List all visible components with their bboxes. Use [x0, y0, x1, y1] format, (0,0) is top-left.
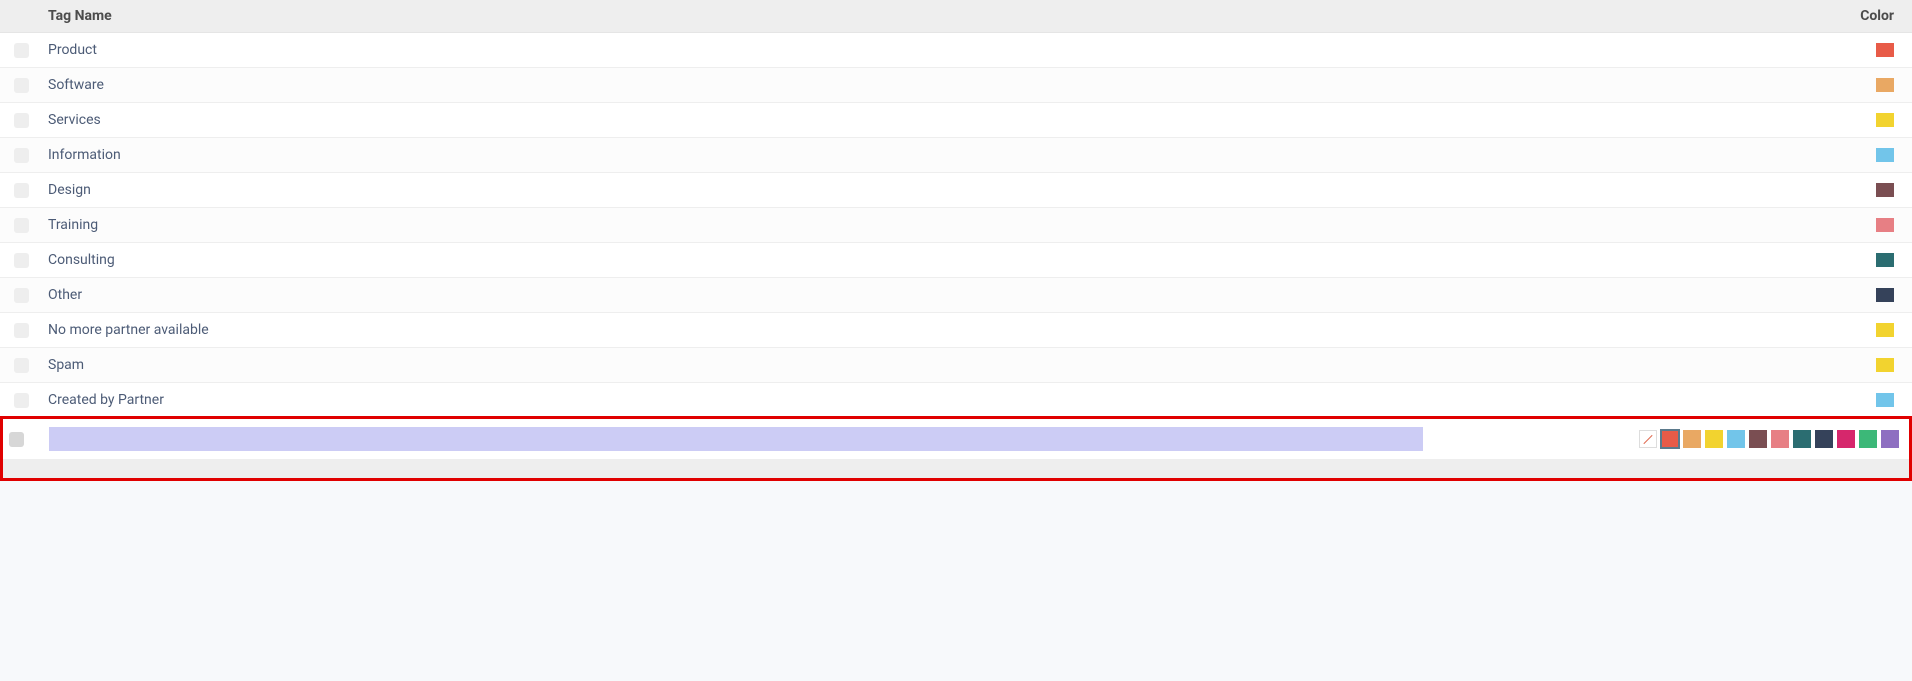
checkbox-icon[interactable] [14, 9, 29, 24]
palette-swatch[interactable] [1881, 430, 1899, 448]
tag-name-cell[interactable]: No more partner available [40, 313, 1432, 348]
table-row[interactable]: Design [0, 173, 1912, 208]
row-checkbox[interactable] [14, 183, 29, 198]
table-row[interactable]: Product [0, 33, 1912, 68]
table-row[interactable]: No more partner available [0, 313, 1912, 348]
new-tag-row [3, 419, 1909, 460]
header-row: Tag Name Color [0, 0, 1912, 33]
palette-swatch[interactable] [1793, 430, 1811, 448]
table-row[interactable]: Training [0, 208, 1912, 243]
tag-name-cell[interactable]: Created by Partner [40, 383, 1432, 418]
tags-table-wrapper: Tag Name Color ProductSoftwareServicesIn… [0, 0, 1912, 481]
row-checkbox[interactable] [14, 358, 29, 373]
header-tag-name[interactable]: Tag Name [40, 0, 1432, 33]
palette-swatch[interactable] [1859, 430, 1877, 448]
tag-name-cell[interactable]: Product [40, 33, 1432, 68]
tag-color-cell[interactable] [1432, 348, 1912, 383]
row-checkbox[interactable] [14, 323, 29, 338]
row-checkbox[interactable] [14, 113, 29, 128]
table-row[interactable]: Software [0, 68, 1912, 103]
row-checkbox[interactable] [14, 78, 29, 93]
row-checkbox[interactable] [14, 393, 29, 408]
new-row-highlight [0, 416, 1912, 481]
tag-color-cell[interactable] [1432, 173, 1912, 208]
new-row-checkbox[interactable] [9, 432, 24, 447]
palette-swatch[interactable] [1837, 430, 1855, 448]
color-picker [1435, 430, 1899, 448]
color-swatch[interactable] [1876, 113, 1894, 127]
color-swatch[interactable] [1876, 218, 1894, 232]
palette-swatch[interactable] [1727, 430, 1745, 448]
blank-area [0, 481, 1912, 681]
table-row[interactable]: Other [0, 278, 1912, 313]
tag-color-cell[interactable] [1432, 243, 1912, 278]
row-checkbox[interactable] [14, 43, 29, 58]
color-swatch[interactable] [1876, 288, 1894, 302]
color-swatch[interactable] [1876, 358, 1894, 372]
tag-name-cell[interactable]: Software [40, 68, 1432, 103]
header-color[interactable]: Color [1432, 0, 1912, 33]
tag-name-cell[interactable]: Training [40, 208, 1432, 243]
row-checkbox[interactable] [14, 288, 29, 303]
tags-table: Tag Name Color ProductSoftwareServicesIn… [0, 0, 1912, 418]
table-row[interactable]: Created by Partner [0, 383, 1912, 418]
color-swatch[interactable] [1876, 43, 1894, 57]
tag-name-cell[interactable]: Design [40, 173, 1432, 208]
color-swatch[interactable] [1876, 253, 1894, 267]
table-row[interactable]: Consulting [0, 243, 1912, 278]
header-select-all[interactable] [0, 0, 40, 33]
color-swatch[interactable] [1876, 78, 1894, 92]
tag-color-cell[interactable] [1432, 383, 1912, 418]
table-footer-spacer [3, 460, 1909, 478]
tag-name-cell[interactable]: Information [40, 138, 1432, 173]
palette-swatch[interactable] [1815, 430, 1833, 448]
tag-color-cell[interactable] [1432, 278, 1912, 313]
palette-swatch[interactable] [1749, 430, 1767, 448]
table-row[interactable]: Spam [0, 348, 1912, 383]
tag-color-cell[interactable] [1432, 68, 1912, 103]
table-row[interactable]: Information [0, 138, 1912, 173]
row-checkbox[interactable] [14, 148, 29, 163]
color-swatch[interactable] [1876, 148, 1894, 162]
tag-name-cell[interactable]: Spam [40, 348, 1432, 383]
tag-name-cell[interactable]: Services [40, 103, 1432, 138]
new-tag-name-input[interactable] [49, 427, 1423, 451]
color-swatch[interactable] [1876, 183, 1894, 197]
palette-swatch[interactable] [1705, 430, 1723, 448]
table-row[interactable]: Services [0, 103, 1912, 138]
row-checkbox[interactable] [14, 253, 29, 268]
palette-swatch[interactable] [1683, 430, 1701, 448]
tag-color-cell[interactable] [1432, 208, 1912, 243]
palette-swatch[interactable] [1771, 430, 1789, 448]
no-color-swatch[interactable] [1639, 430, 1657, 448]
tag-color-cell[interactable] [1432, 313, 1912, 348]
tag-color-cell[interactable] [1432, 138, 1912, 173]
tag-name-cell[interactable]: Consulting [40, 243, 1432, 278]
tag-name-cell[interactable]: Other [40, 278, 1432, 313]
color-swatch[interactable] [1876, 393, 1894, 407]
new-row-table [3, 419, 1909, 478]
color-swatch[interactable] [1876, 323, 1894, 337]
tag-color-cell[interactable] [1432, 103, 1912, 138]
palette-swatch[interactable] [1661, 430, 1679, 448]
row-checkbox[interactable] [14, 218, 29, 233]
tag-color-cell[interactable] [1432, 33, 1912, 68]
